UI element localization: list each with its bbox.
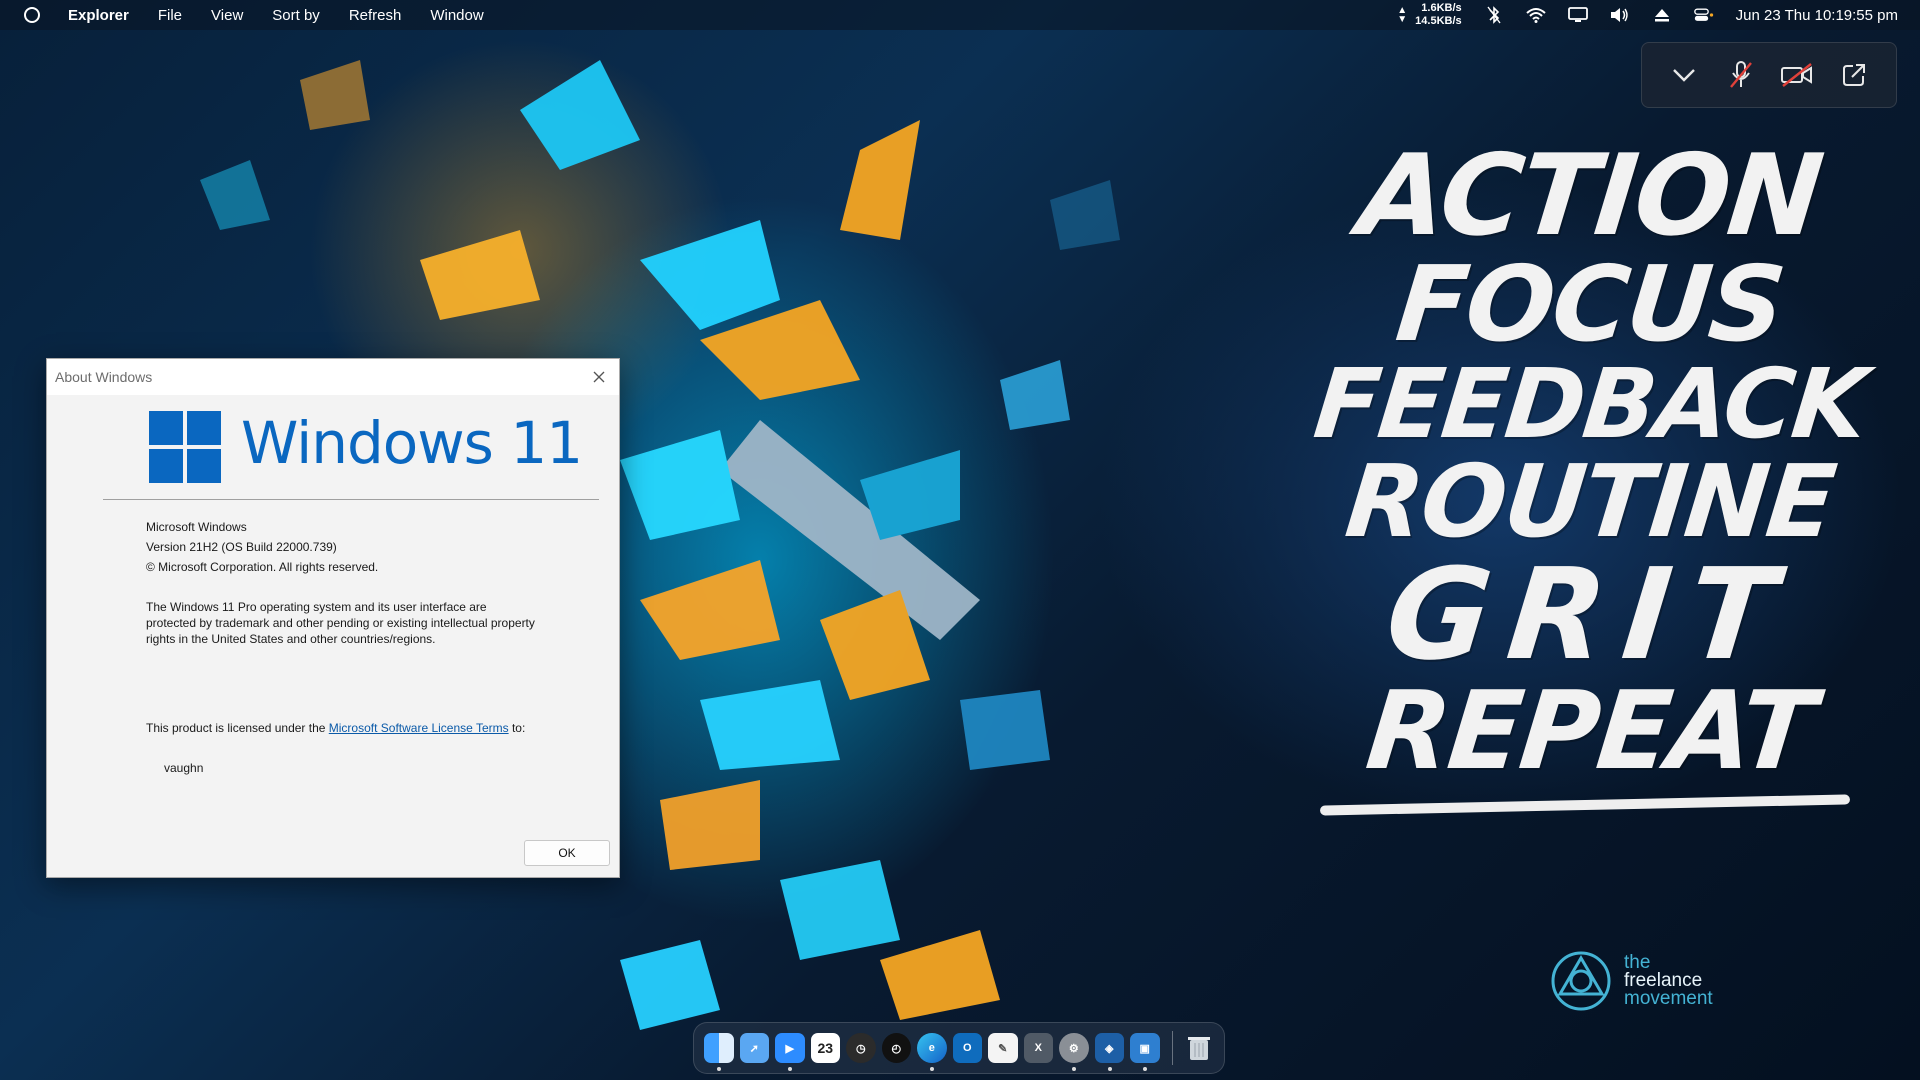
bluetooth-off-icon[interactable] <box>1484 6 1504 24</box>
motto-word: FOCUS <box>1391 243 1789 365</box>
meeting-controls <box>1641 42 1897 108</box>
version-info: Microsoft Windows Version 21H2 (OS Build… <box>146 519 378 575</box>
clock-icon[interactable]: ◴ <box>881 1033 911 1063</box>
divider <box>103 499 599 500</box>
wifi-icon[interactable] <box>1525 6 1546 24</box>
display-icon[interactable] <box>1567 6 1588 24</box>
license-terms-link[interactable]: Microsoft Software License Terms <box>329 721 509 735</box>
ok-button[interactable]: OK <box>524 840 610 866</box>
menu-sort-by[interactable]: Sort by <box>272 7 320 24</box>
license-suffix: to: <box>508 721 526 735</box>
preview-icon[interactable]: ▣ <box>1130 1033 1160 1071</box>
edge-icon[interactable]: e <box>917 1033 947 1071</box>
menu-bar: Explorer File View Sort by Refresh Windo… <box>0 0 1920 30</box>
share-screen-icon[interactable] <box>1837 58 1871 92</box>
about-windows-dialog: About Windows Windows 11 Microsoft Windo… <box>46 358 620 878</box>
brand-line: movement <box>1624 988 1713 1009</box>
brand-mark: the freelance movement <box>1548 948 1713 1014</box>
wallpaper-motto: ACTION FOCUS FEEDBACK ROUTINE GRIT REPEA… <box>1300 131 1880 816</box>
volume-icon[interactable] <box>1610 6 1630 24</box>
copyright: © Microsoft Corporation. All rights rese… <box>146 560 379 574</box>
control-center-icon[interactable] <box>1693 6 1714 24</box>
notes-icon[interactable]: ✎ <box>988 1033 1018 1063</box>
licensed-user: vaughn <box>164 761 204 775</box>
license-prefix: This product is licensed under the <box>146 721 329 735</box>
net-download-rate: 14.5KB/s <box>1415 15 1462 27</box>
menu-file[interactable]: File <box>158 7 182 24</box>
net-upload-rate: 1.6KB/s <box>1421 2 1462 14</box>
time-machine-icon[interactable]: ◷ <box>846 1033 876 1063</box>
eject-icon[interactable] <box>1652 6 1672 24</box>
calendar-icon[interactable]: 23 <box>810 1033 840 1063</box>
menu-window[interactable]: Window <box>430 7 483 24</box>
finder-icon[interactable] <box>704 1033 734 1071</box>
mic-muted-icon[interactable] <box>1724 58 1758 92</box>
launchpad-icon[interactable]: ➚ <box>739 1033 769 1063</box>
menu-view[interactable]: View <box>211 7 243 24</box>
trash-icon[interactable] <box>1184 1033 1214 1063</box>
network-stats[interactable]: ▲ ▼ 1.6KB/s 14.5KB/s <box>1397 2 1461 28</box>
dialog-titlebar[interactable]: About Windows <box>47 359 619 395</box>
license-text: This product is licensed under the Micro… <box>146 720 536 736</box>
chevron-down-icon[interactable] <box>1667 58 1701 92</box>
dock: ➚ ▶ 23 ◷ ◴ e O ✎ X ⚙ ◈ ▣ <box>693 1022 1225 1074</box>
product-name: Windows 11 <box>241 409 583 477</box>
close-icon[interactable] <box>589 367 609 387</box>
system-menu-icon[interactable] <box>24 7 40 23</box>
calendar-day: 23 <box>817 1040 834 1056</box>
excel-icon[interactable]: X <box>1023 1033 1053 1063</box>
menu-app-name[interactable]: Explorer <box>68 7 129 24</box>
network-arrows-icon: ▲ ▼ <box>1397 5 1408 25</box>
motto-word: ROUTINE <box>1340 443 1840 560</box>
dialog-title: About Windows <box>55 369 153 385</box>
settings-icon[interactable]: ⚙ <box>1059 1033 1089 1071</box>
zoom-icon[interactable]: ▶ <box>775 1033 805 1071</box>
outlook-icon[interactable]: O <box>952 1033 982 1063</box>
menu-refresh[interactable]: Refresh <box>349 7 402 24</box>
menu-clock[interactable]: Jun 23 Thu 10:19:55 pm <box>1736 7 1898 24</box>
windows-logo-icon <box>149 411 221 483</box>
motto-word: ACTION <box>1352 131 1828 261</box>
sketchup-icon[interactable]: ◈ <box>1094 1033 1124 1071</box>
legal-paragraph: The Windows 11 Pro operating system and … <box>146 600 535 646</box>
camera-off-icon[interactable] <box>1780 58 1814 92</box>
motto-word: GRIT <box>1379 541 1801 688</box>
motto-word: FEEDBACK <box>1309 348 1871 460</box>
os-version: Version 21H2 (OS Build 22000.739) <box>146 540 337 554</box>
motto-word: REPEAT <box>1361 669 1820 794</box>
freelance-movement-logo-icon <box>1551 951 1611 1011</box>
dock-divider <box>1171 1031 1173 1065</box>
os-name: Microsoft Windows <box>146 520 247 534</box>
